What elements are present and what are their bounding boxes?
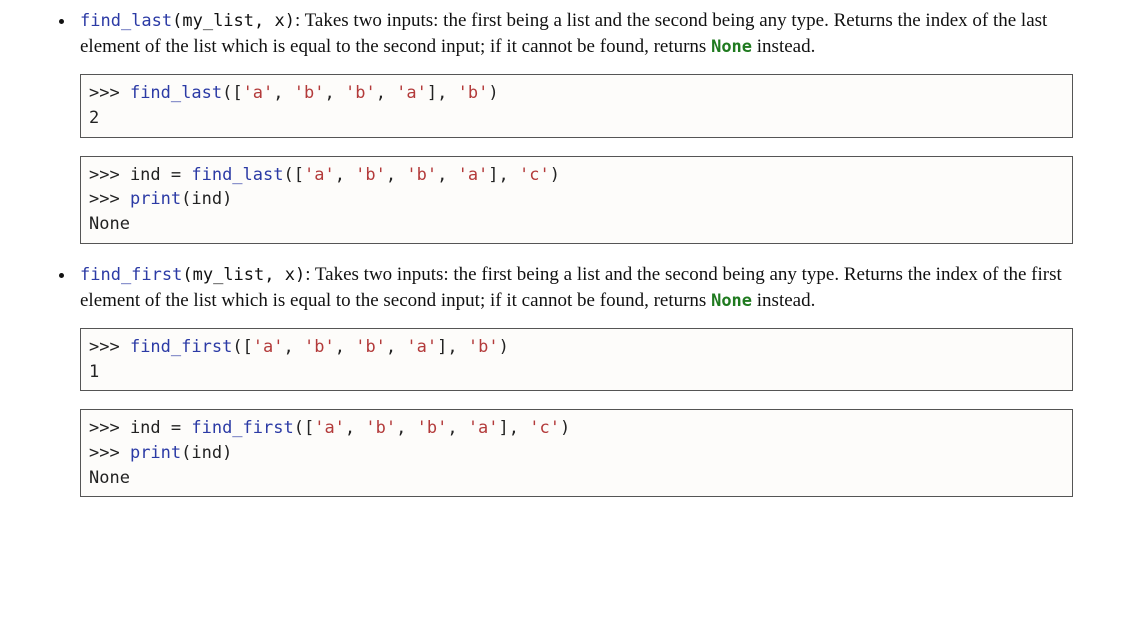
- string-literal: 'a': [458, 165, 489, 185]
- output-text: 1: [89, 362, 99, 382]
- string-literal: 'a': [304, 165, 335, 185]
- string-literal: 'b': [355, 165, 386, 185]
- code-text: ],: [499, 418, 530, 438]
- code-text: ([: [232, 337, 252, 357]
- string-literal: 'b': [417, 418, 448, 438]
- prompt: >>>: [89, 189, 130, 209]
- prompt: >>> ind =: [89, 165, 191, 185]
- string-literal: 'b': [406, 165, 437, 185]
- code-text: ): [488, 83, 498, 103]
- spec-item-find-first: find_first(my_list, x): Takes two inputs…: [76, 262, 1083, 498]
- desc-text-b: instead.: [752, 290, 815, 311]
- string-literal: 'a': [314, 418, 345, 438]
- string-literal: 'b': [468, 337, 499, 357]
- code-text: ([: [294, 418, 314, 438]
- code-text: ,: [345, 418, 365, 438]
- string-literal: 'a': [253, 337, 284, 357]
- prompt: >>>: [89, 83, 130, 103]
- output-text: None: [89, 214, 130, 234]
- code-example-2: >>> ind = find_last(['a', 'b', 'b', 'a']…: [80, 156, 1073, 244]
- string-literal: 'c': [519, 165, 550, 185]
- code-example-1: >>> find_first(['a', 'b', 'b', 'a'], 'b'…: [80, 328, 1073, 391]
- keyword-none: None: [711, 37, 752, 57]
- code-text: ,: [335, 337, 355, 357]
- code-example-2: >>> ind = find_first(['a', 'b', 'b', 'a'…: [80, 409, 1073, 497]
- string-literal: 'a': [396, 83, 427, 103]
- call-fn: find_first: [191, 418, 293, 438]
- string-literal: 'b': [345, 83, 376, 103]
- code-text: ([: [222, 83, 242, 103]
- code-text: ,: [386, 337, 406, 357]
- function-signature-name: find_first: [80, 265, 182, 285]
- call-fn: print: [130, 443, 181, 463]
- function-signature-name: find_last: [80, 11, 172, 31]
- output-text: None: [89, 468, 130, 488]
- prompt: >>> ind =: [89, 418, 191, 438]
- keyword-none: None: [711, 291, 752, 311]
- spec-description: find_first(my_list, x): Takes two inputs…: [80, 262, 1083, 314]
- function-signature-args: (my_list, x): [172, 11, 295, 31]
- string-literal: 'a': [406, 337, 437, 357]
- code-text: (ind): [181, 443, 232, 463]
- call-fn: find_last: [191, 165, 283, 185]
- code-example-1: >>> find_last(['a', 'b', 'b', 'a'], 'b')…: [80, 74, 1073, 137]
- string-literal: 'b': [304, 337, 335, 357]
- code-text: (ind): [181, 189, 232, 209]
- call-fn: find_first: [130, 337, 232, 357]
- spec-description: find_last(my_list, x): Takes two inputs:…: [80, 8, 1083, 60]
- function-signature-args: (my_list, x): [182, 265, 305, 285]
- code-text: ],: [437, 337, 468, 357]
- prompt: >>>: [89, 443, 130, 463]
- code-text: ,: [396, 418, 416, 438]
- code-text: ],: [427, 83, 458, 103]
- call-fn: find_last: [130, 83, 222, 103]
- code-text: ,: [273, 83, 293, 103]
- call-fn: print: [130, 189, 181, 209]
- spec-item-find-last: find_last(my_list, x): Takes two inputs:…: [76, 8, 1083, 244]
- string-literal: 'b': [458, 83, 489, 103]
- code-text: ([: [283, 165, 303, 185]
- code-text: ,: [335, 165, 355, 185]
- code-text: ,: [437, 165, 457, 185]
- code-text: ,: [284, 337, 304, 357]
- string-literal: 'c': [529, 418, 560, 438]
- code-text: ): [560, 418, 570, 438]
- string-literal: 'b': [294, 83, 325, 103]
- desc-text-b: instead.: [752, 36, 815, 57]
- code-text: ,: [376, 83, 396, 103]
- string-literal: 'a': [468, 418, 499, 438]
- prompt: >>>: [89, 337, 130, 357]
- code-text: ,: [324, 83, 344, 103]
- string-literal: 'a': [243, 83, 274, 103]
- code-text: ): [550, 165, 560, 185]
- code-text: ],: [488, 165, 519, 185]
- string-literal: 'b': [355, 337, 386, 357]
- function-spec-list: find_last(my_list, x): Takes two inputs:…: [42, 8, 1083, 497]
- code-text: ): [499, 337, 509, 357]
- string-literal: 'b': [365, 418, 396, 438]
- code-text: ,: [447, 418, 467, 438]
- code-text: ,: [386, 165, 406, 185]
- output-text: 2: [89, 108, 99, 128]
